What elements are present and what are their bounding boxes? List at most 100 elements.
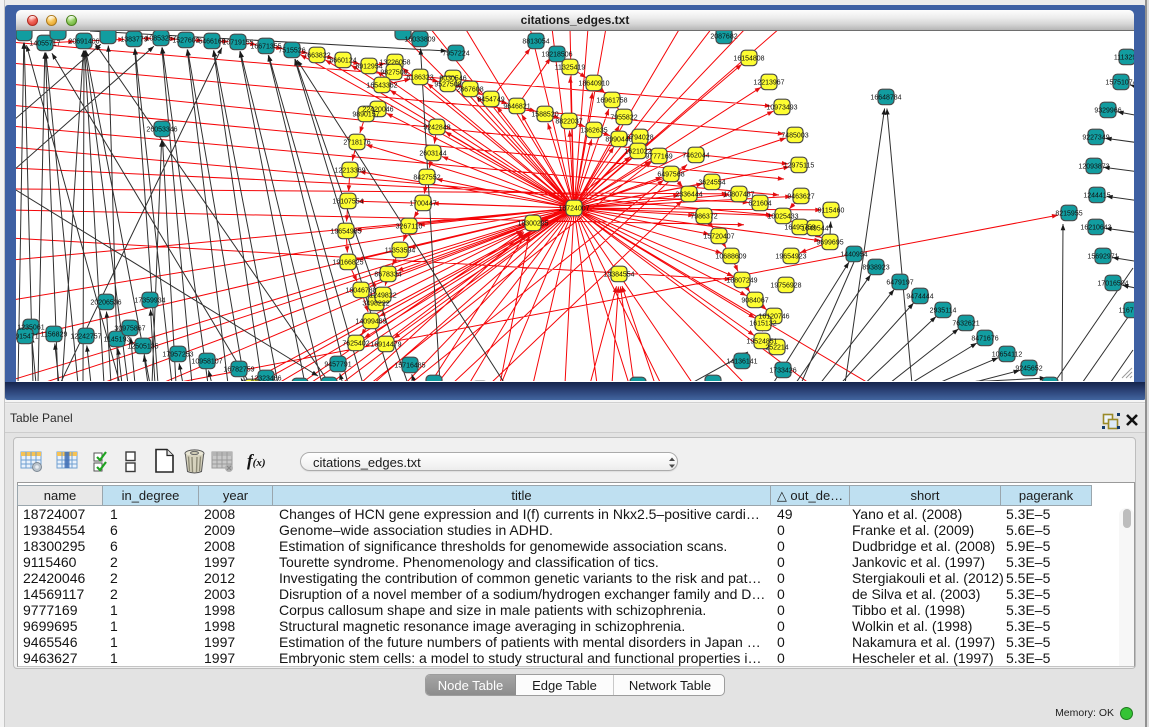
svg-text:10807487: 10807487 (723, 192, 754, 199)
svg-text:16671355: 16671355 (250, 44, 281, 51)
svg-text:13226058: 13226058 (379, 60, 410, 67)
svg-text:20691406: 20691406 (68, 39, 99, 46)
svg-text:18640910: 18640910 (578, 81, 609, 88)
svg-text:15716485: 15716485 (394, 363, 425, 370)
svg-text:1249822: 1249822 (369, 293, 396, 300)
svg-text:9084067: 9084067 (741, 298, 768, 305)
svg-text:9463627: 9463627 (787, 194, 814, 201)
svg-text:2718176: 2718176 (343, 140, 370, 147)
svg-text:19654923: 19654923 (775, 254, 806, 261)
svg-text:1383779: 1383779 (120, 37, 147, 44)
svg-text:9474444: 9474444 (906, 294, 933, 301)
svg-text:9827500: 9827500 (380, 70, 407, 77)
svg-text:19166825: 19166825 (332, 260, 363, 267)
svg-text:17016504: 17016504 (1097, 281, 1128, 288)
svg-text:16120746: 16120746 (758, 314, 789, 321)
svg-text:8215955: 8215955 (1055, 211, 1082, 218)
svg-text:7485003: 7485003 (781, 133, 808, 140)
svg-text:9227349: 9227349 (1082, 135, 1109, 142)
svg-text:6497568: 6497568 (657, 172, 684, 179)
svg-text:8471676: 8471676 (971, 336, 998, 343)
svg-text:1733426: 1733426 (769, 368, 796, 375)
svg-text:16154808: 16154808 (733, 56, 764, 63)
svg-text:1440954: 1440954 (840, 252, 867, 259)
svg-text:1649544: 1649544 (801, 226, 828, 233)
svg-text:3915471: 3915471 (16, 334, 39, 341)
svg-text:7955822: 7955822 (610, 115, 637, 122)
svg-text:1145193: 1145193 (104, 337, 131, 344)
svg-text:12093873: 12093873 (1078, 164, 1109, 171)
svg-text:3498222: 3498222 (362, 301, 389, 308)
svg-text:19756928: 19756928 (770, 283, 801, 290)
svg-text:11353594: 11353594 (385, 248, 416, 255)
svg-text:1700447: 1700447 (409, 201, 436, 208)
svg-text:6794028: 6794028 (626, 135, 653, 142)
svg-text:2603144: 2603144 (419, 151, 446, 158)
svg-text:1362635: 1362635 (580, 128, 607, 135)
svg-text:7957224: 7957224 (442, 51, 469, 58)
svg-text:19218506: 19218506 (541, 52, 572, 59)
svg-text:19654985: 19654985 (330, 229, 361, 236)
svg-text:10688609: 10688609 (715, 254, 746, 261)
svg-text:16782759: 16782759 (223, 367, 254, 374)
svg-text:3267110: 3267110 (396, 224, 423, 231)
svg-text:16961758: 16961758 (596, 98, 627, 105)
svg-text:8186323: 8186323 (406, 75, 433, 82)
svg-text:16210643: 16210643 (1080, 225, 1111, 232)
svg-text:9329966: 9329966 (1094, 108, 1121, 115)
svg-text:7515526: 7515526 (278, 48, 305, 55)
svg-text:2087682: 2087682 (710, 34, 737, 41)
svg-text:10958107: 10958107 (191, 359, 222, 366)
svg-text:1244415: 1244415 (1083, 193, 1110, 200)
svg-text:18724007: 18724007 (558, 206, 589, 213)
svg-text:1235061: 1235061 (17, 325, 44, 332)
svg-text:8678334: 8678334 (374, 272, 401, 279)
svg-text:16914479: 16914479 (370, 342, 401, 349)
svg-text:9457791: 9457791 (324, 362, 351, 369)
svg-text:19384554: 19384554 (603, 272, 634, 279)
svg-text:2867608: 2867608 (456, 87, 483, 94)
svg-text:18300295: 18300295 (517, 221, 548, 228)
svg-text:10719155: 10719155 (222, 40, 253, 47)
svg-text:17359934: 17359934 (134, 298, 165, 305)
svg-text:18807249: 18807249 (726, 278, 757, 285)
svg-text:15751074: 15751074 (1105, 80, 1134, 87)
svg-text:12213369: 12213369 (334, 168, 365, 175)
svg-text:8427552: 8427552 (413, 175, 440, 182)
svg-text:1113292: 1113292 (1114, 55, 1134, 62)
svg-text:26053346: 26053346 (146, 127, 177, 134)
svg-text:2336444: 2336444 (675, 192, 702, 199)
svg-text:7462044: 7462044 (682, 153, 709, 160)
svg-text:2935114: 2935114 (930, 308, 957, 315)
svg-text:9115460: 9115460 (818, 208, 845, 215)
svg-text:252214: 252214 (765, 345, 788, 352)
svg-text:1156829: 1156829 (41, 332, 68, 339)
svg-text:15692971: 15692971 (1087, 254, 1118, 261)
svg-text:7632621: 7632621 (952, 321, 979, 328)
svg-text:10025433: 10025433 (767, 214, 798, 221)
svg-text:12505135: 12505135 (127, 344, 158, 351)
svg-text:14136141: 14136141 (726, 359, 757, 366)
svg-text:15720407: 15720407 (703, 234, 734, 241)
svg-text:9890157: 9890157 (352, 112, 379, 119)
svg-text:7663822: 7663822 (303, 53, 330, 60)
svg-text:9699695: 9699695 (816, 240, 843, 247)
svg-text:9245652: 9245652 (1015, 366, 1042, 373)
svg-text:9646821: 9646821 (503, 104, 530, 111)
svg-text:12975115: 12975115 (784, 163, 815, 170)
svg-text:10654112: 10654112 (992, 352, 1023, 359)
svg-text:7625402: 7625402 (342, 341, 369, 348)
svg-text:8938923: 8938923 (862, 265, 889, 272)
svg-text:6479197: 6479197 (886, 280, 913, 287)
svg-text:8822037: 8822037 (555, 119, 582, 126)
svg-text:8660124: 8660124 (329, 58, 356, 65)
svg-text:16033809: 16033809 (404, 37, 435, 44)
svg-text:10973493: 10973493 (766, 105, 797, 112)
svg-text:16648784: 16648784 (870, 95, 901, 102)
svg-text:12323466: 12323466 (250, 376, 281, 382)
svg-text:14099489: 14099489 (355, 319, 386, 326)
svg-text:12213967: 12213967 (753, 80, 784, 87)
svg-text:7986372: 7986372 (690, 214, 717, 221)
svg-text:12242757: 12242757 (70, 334, 101, 341)
svg-text:1527602: 1527602 (172, 38, 199, 45)
